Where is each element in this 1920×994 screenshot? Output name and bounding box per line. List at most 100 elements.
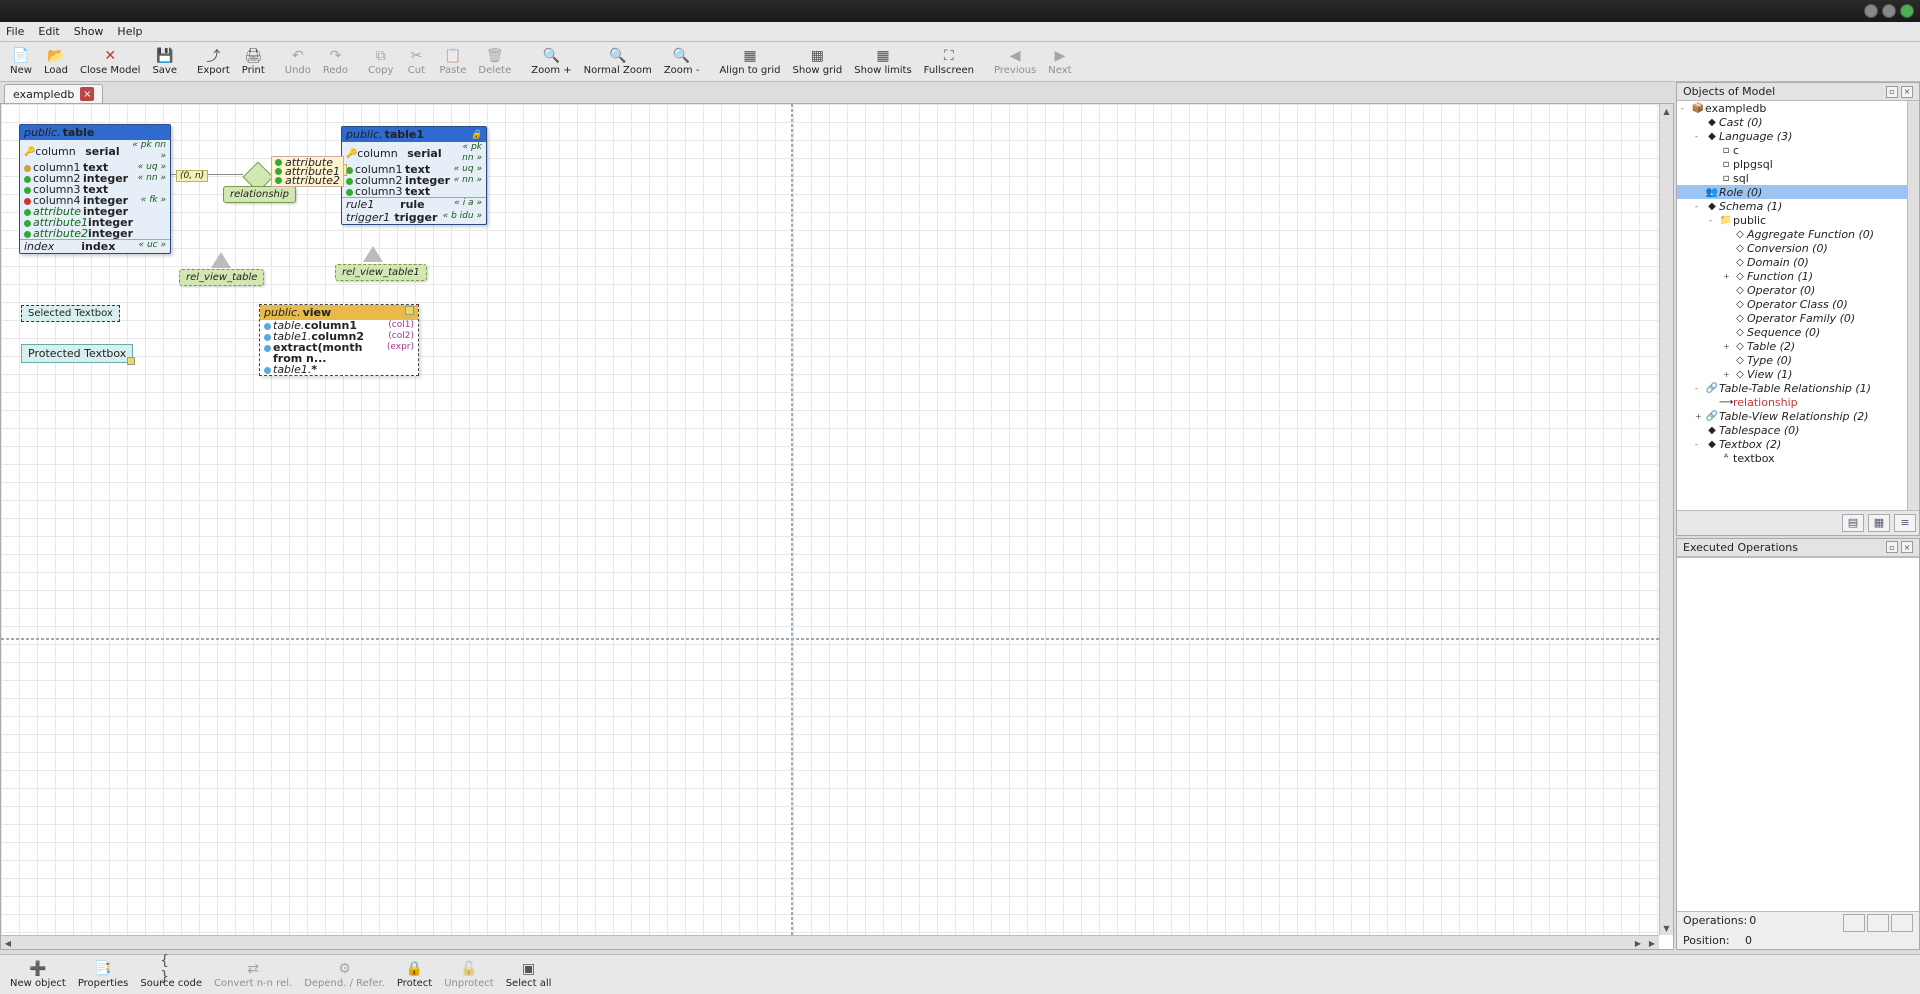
- tree-node[interactable]: ▫sql: [1677, 171, 1919, 185]
- protected-textbox[interactable]: Protected Textbox: [21, 344, 133, 363]
- tree-node[interactable]: -🔗Table-Table Relationship (1): [1677, 381, 1919, 395]
- selected-textbox[interactable]: Selected Textbox: [21, 305, 120, 322]
- code-icon: { }: [160, 960, 182, 978]
- new-button[interactable]: 📄New: [4, 44, 38, 79]
- tree-node[interactable]: -📁public: [1677, 213, 1919, 227]
- tree-node[interactable]: ◆Tablespace (0): [1677, 423, 1919, 437]
- lock-icon: 🔒: [471, 130, 482, 140]
- tree-node[interactable]: ◆Cast (0): [1677, 115, 1919, 129]
- model-tree[interactable]: -📦exampledb◆Cast (0)-◆Language (3)▫c▫plp…: [1677, 101, 1919, 510]
- table-object-table1[interactable]: public.table1🔒 🔑columnserial« pk nn »col…: [341, 126, 487, 225]
- fullscreen-button[interactable]: ⛶Fullscreen: [918, 44, 980, 79]
- op-redo-button[interactable]: [1867, 914, 1889, 932]
- op-undo-button[interactable]: [1843, 914, 1865, 932]
- zoom-in-button[interactable]: 🔍Zoom +: [525, 44, 577, 79]
- lock-badge-icon: [405, 306, 414, 315]
- previous-button[interactable]: ◀Previous: [988, 44, 1042, 79]
- delete-button[interactable]: 🗑Delete: [472, 44, 517, 79]
- tree-node[interactable]: ◇Sequence (0): [1677, 325, 1919, 339]
- tree-node[interactable]: -◆Language (3): [1677, 129, 1919, 143]
- source-code-button[interactable]: { }Source code: [134, 957, 208, 992]
- window-minimize-icon[interactable]: [1864, 4, 1878, 18]
- tree-collapse-button[interactable]: ▦: [1868, 514, 1890, 532]
- menu-file[interactable]: File: [6, 25, 24, 38]
- window-maximize-icon[interactable]: [1882, 4, 1896, 18]
- protect-button[interactable]: 🔒Protect: [391, 957, 438, 992]
- panel-restore-icon[interactable]: ▫: [1886, 86, 1898, 98]
- unprotect-button[interactable]: 🔓Unprotect: [438, 957, 500, 992]
- tree-node[interactable]: +◇Function (1): [1677, 269, 1919, 283]
- undo-button[interactable]: ↶Undo: [279, 44, 317, 79]
- print-button[interactable]: 🖨Print: [236, 44, 271, 79]
- tree-node[interactable]: 👥Role (0): [1677, 185, 1919, 199]
- tab-exampledb[interactable]: exampledb ×: [4, 84, 103, 103]
- unlock-icon: 🔓: [458, 960, 480, 978]
- tab-label: exampledb: [13, 88, 74, 101]
- rel-view-table-label[interactable]: rel_view_table: [179, 269, 264, 286]
- tree-node[interactable]: ◇Domain (0): [1677, 255, 1919, 269]
- panel-close-icon[interactable]: ×: [1901, 86, 1913, 98]
- rel-view-table1-label[interactable]: rel_view_table1: [335, 264, 427, 281]
- select-all-button[interactable]: ▣Select all: [500, 957, 558, 992]
- next-button[interactable]: ▶Next: [1042, 44, 1077, 79]
- save-button[interactable]: 💾Save: [146, 44, 183, 79]
- new-object-button[interactable]: ➕New object: [4, 957, 72, 992]
- tree-node[interactable]: ᴬtextbox: [1677, 451, 1919, 465]
- tree-node[interactable]: ◇Aggregate Function (0): [1677, 227, 1919, 241]
- menu-edit[interactable]: Edit: [38, 25, 59, 38]
- panel-restore-icon[interactable]: ▫: [1886, 541, 1898, 553]
- close-model-button[interactable]: ✕Close Model: [74, 44, 146, 79]
- align-grid-button[interactable]: ▦Align to grid: [713, 44, 786, 79]
- tree-node[interactable]: +🔗Table-View Relationship (2): [1677, 409, 1919, 423]
- model-canvas[interactable]: public.table 🔑columnserial« pk nn »colum…: [1, 104, 1659, 935]
- depend-refer-button[interactable]: ⚙Depend. / Refer.: [298, 957, 391, 992]
- tree-node[interactable]: ▫plpgsql: [1677, 157, 1919, 171]
- load-button[interactable]: 📂Load: [38, 44, 74, 79]
- cut-button[interactable]: ✂Cut: [399, 44, 433, 79]
- tree-node[interactable]: -◆Textbox (2): [1677, 437, 1919, 451]
- export-button[interactable]: ⤴Export: [191, 44, 236, 79]
- lock-badge-icon: [127, 357, 135, 365]
- tree-node[interactable]: -📦exampledb: [1677, 101, 1919, 115]
- tree-node[interactable]: ◇Type (0): [1677, 353, 1919, 367]
- window-close-icon[interactable]: [1900, 4, 1914, 18]
- op-clear-button[interactable]: [1891, 914, 1913, 932]
- model-tabs: exampledb ×: [0, 82, 1674, 104]
- redo-button[interactable]: ↷Redo: [317, 44, 354, 79]
- zoom-out-button[interactable]: 🔍Zoom -: [658, 44, 706, 79]
- show-grid-button[interactable]: ▦Show grid: [787, 44, 849, 79]
- normal-zoom-button[interactable]: 🔍Normal Zoom: [578, 44, 658, 79]
- delete-icon: 🗑: [484, 47, 506, 65]
- tab-close-icon[interactable]: ×: [80, 87, 94, 101]
- canvas-hscrollbar[interactable]: ◀▶▶: [1, 935, 1659, 949]
- tree-node[interactable]: +◇View (1): [1677, 367, 1919, 381]
- tree-node[interactable]: ◇Operator Family (0): [1677, 311, 1919, 325]
- tree-node[interactable]: -◆Schema (1): [1677, 199, 1919, 213]
- tree-node[interactable]: +◇Table (2): [1677, 339, 1919, 353]
- window-titlebar: pgModeler - PostgreSQL Database Modeler …: [0, 0, 1920, 22]
- panel-close-icon[interactable]: ×: [1901, 541, 1913, 553]
- paste-button[interactable]: 📋Paste: [433, 44, 472, 79]
- page-limit-horizontal: [1, 638, 1659, 640]
- properties-button[interactable]: 📑Properties: [72, 957, 135, 992]
- menu-help[interactable]: Help: [117, 25, 142, 38]
- tree-node[interactable]: ◇Conversion (0): [1677, 241, 1919, 255]
- canvas-vscrollbar[interactable]: ▲▼: [1659, 104, 1673, 935]
- view-object[interactable]: public.view table.column1(col1)table1.co…: [259, 304, 419, 376]
- menu-show[interactable]: Show: [74, 25, 104, 38]
- tree-node[interactable]: ⟶relationship: [1677, 395, 1919, 409]
- table-object-table[interactable]: public.table 🔑columnserial« pk nn »colum…: [19, 124, 171, 254]
- tree-list-button[interactable]: ≡: [1894, 514, 1916, 532]
- tree-vscrollbar[interactable]: [1907, 101, 1919, 510]
- relationship-attributes: attribute attribute1 attribute2: [271, 156, 344, 187]
- convert-rel-button[interactable]: ⇄Convert n-n rel.: [208, 957, 298, 992]
- show-limits-button[interactable]: ▦Show limits: [848, 44, 917, 79]
- zoom-in-icon: 🔍: [540, 47, 562, 65]
- relationship-label[interactable]: relationship: [223, 186, 296, 203]
- tree-expand-button[interactable]: ▤: [1842, 514, 1864, 532]
- view-column-row: extract(month from n...(expr): [260, 342, 418, 364]
- tree-node[interactable]: ▫c: [1677, 143, 1919, 157]
- tree-node[interactable]: ◇Operator Class (0): [1677, 297, 1919, 311]
- copy-button[interactable]: ⧉Copy: [362, 44, 399, 79]
- tree-node[interactable]: ◇Operator (0): [1677, 283, 1919, 297]
